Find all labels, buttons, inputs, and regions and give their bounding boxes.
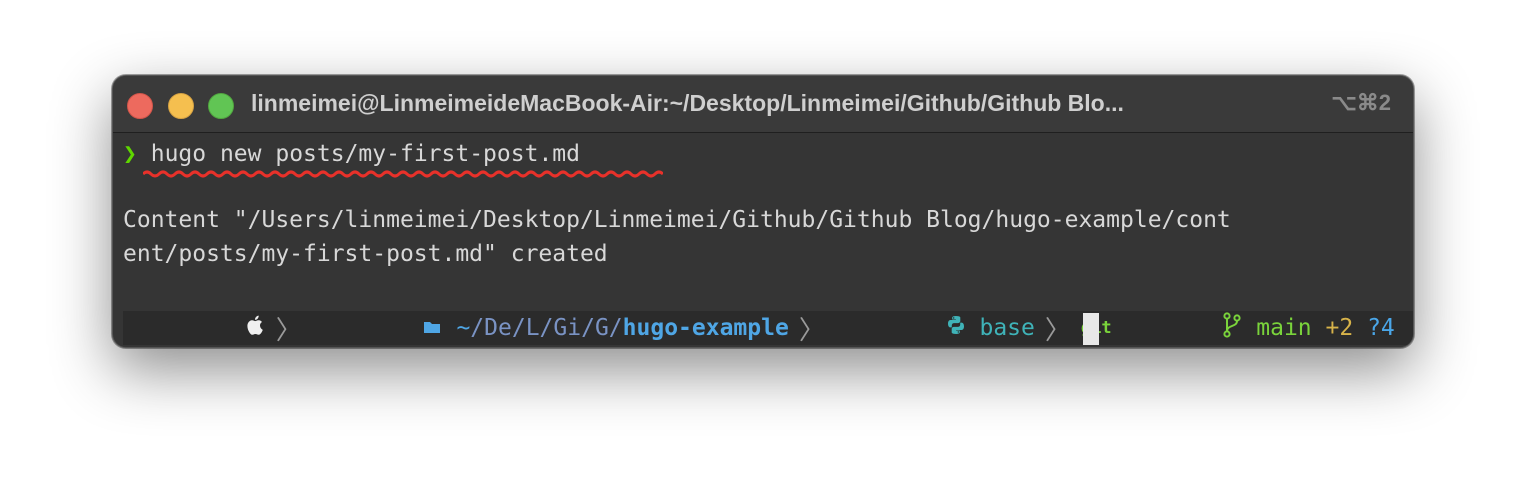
powerline-tip bbox=[1153, 311, 1165, 345]
terminal-window: linmeimei@LinmeimeideMacBook-Air:~/Deskt… bbox=[112, 75, 1414, 348]
python-icon bbox=[835, 289, 966, 347]
title-bar[interactable]: linmeimei@LinmeimeideMacBook-Air:~/Deskt… bbox=[113, 76, 1413, 133]
maximize-button[interactable] bbox=[208, 93, 234, 119]
conda-env: base bbox=[979, 315, 1035, 341]
window-shortcut: ⌥⌘2 bbox=[1331, 90, 1391, 115]
red-underline-annotation bbox=[143, 170, 663, 178]
prompt-arrow-icon: ❯ bbox=[123, 141, 137, 167]
text-cursor bbox=[1083, 313, 1099, 345]
git-branch: main bbox=[1256, 315, 1312, 341]
separator-icon: 〉 bbox=[798, 315, 825, 346]
path-segment: /De bbox=[470, 315, 512, 341]
output-line-1: Content "/Users/linmeimei/Desktop/Linmei… bbox=[123, 207, 1231, 233]
path-current-dir: hugo-example bbox=[622, 315, 789, 341]
command-line: ❯ hugo new posts/my-first-post.md bbox=[123, 141, 580, 167]
separator-icon: 〉 bbox=[1044, 315, 1071, 346]
terminal-content[interactable]: ❯ hugo new posts/my-first-post.md Conten… bbox=[113, 133, 1413, 347]
command-text: hugo new posts/my-first-post.md bbox=[150, 141, 580, 167]
branch-icon bbox=[1112, 286, 1243, 347]
powerline-prompt: 〉 ~/De/L/Gi/G/hugo-example 〉 base 〉 git … bbox=[123, 311, 1413, 346]
git-untracked-count: ?4 bbox=[1367, 315, 1395, 341]
output-line-2: ent/posts/my-first-post.md" created bbox=[123, 241, 608, 267]
git-staged-count: +2 bbox=[1325, 315, 1354, 341]
path-home: ~ bbox=[456, 315, 471, 341]
separator-icon: 〉 bbox=[275, 315, 302, 346]
path-segment: /Gi bbox=[539, 315, 582, 341]
path-segment: /L bbox=[511, 315, 540, 341]
path-segment: /G bbox=[581, 315, 609, 341]
apple-icon bbox=[135, 288, 266, 347]
minimize-button[interactable] bbox=[168, 93, 194, 119]
window-title: linmeimei@LinmeimeideMacBook-Air:~/Deskt… bbox=[251, 90, 1124, 116]
folder-icon bbox=[312, 289, 443, 347]
path-segment: / bbox=[608, 315, 623, 341]
close-button[interactable] bbox=[127, 93, 153, 119]
